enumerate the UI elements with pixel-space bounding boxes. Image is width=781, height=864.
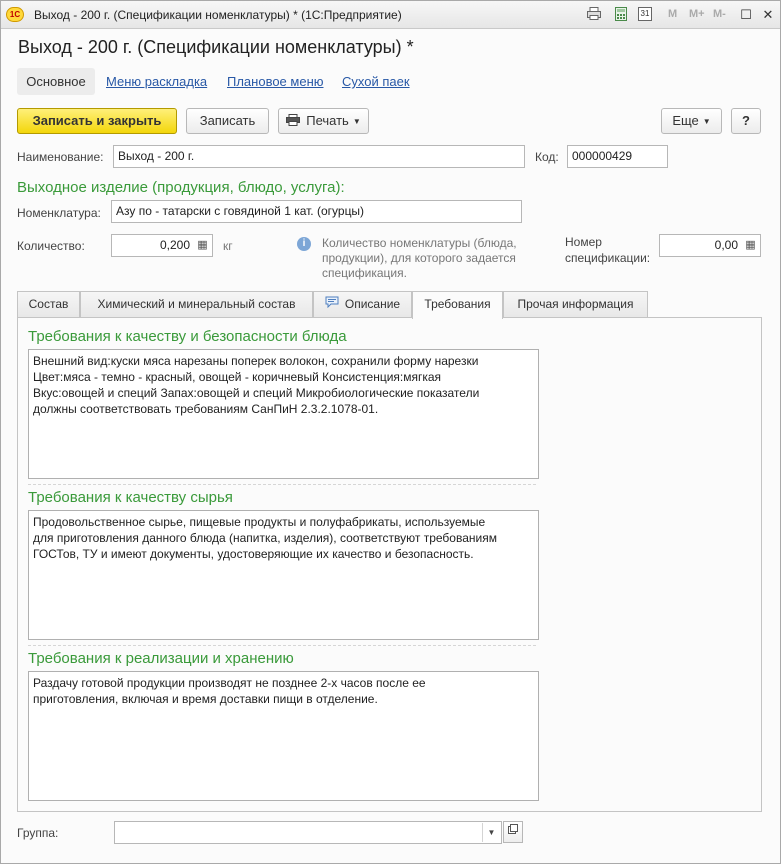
- chevron-down-icon[interactable]: ▼: [482, 823, 500, 842]
- tab-requirements[interactable]: Требования: [412, 291, 503, 319]
- text-line: Продовольственное сырье, пищевые продукт…: [33, 515, 486, 529]
- app-logo: 1С: [6, 7, 24, 22]
- spec-number-value: 0,00: [714, 238, 738, 252]
- info-icon: i: [297, 237, 311, 251]
- raw-materials-requirements-title: Требования к качеству сырья: [28, 489, 233, 506]
- code-input[interactable]: 000000429: [567, 145, 668, 168]
- quality-requirements-title: Требования к качеству и безопасности блю…: [28, 328, 347, 345]
- text-line: Раздачу готовой продукции производят не …: [33, 676, 426, 690]
- calculator-icon[interactable]: [613, 7, 629, 22]
- quantity-hint: Количество номенклатуры (блюда, продукци…: [322, 236, 517, 280]
- close-button[interactable]: ✕: [759, 6, 777, 23]
- app-window: 1С Выход - 200 г. (Спецификации номенкла…: [0, 0, 781, 864]
- comment-icon: [325, 292, 339, 317]
- restore-button[interactable]: ☐: [737, 6, 755, 23]
- save-and-close-button[interactable]: Записать и закрыть: [17, 108, 177, 134]
- calendar-icon[interactable]: 31: [638, 7, 654, 22]
- print-label: Печать: [306, 113, 349, 128]
- raw-materials-requirements-textarea[interactable]: Продовольственное сырье, пищевые продукт…: [28, 510, 539, 640]
- open-group-button[interactable]: [503, 821, 523, 843]
- nomenclature-label: Номенклатура:: [17, 206, 101, 220]
- memory-m-button[interactable]: M: [668, 8, 677, 20]
- name-label: Наименование:: [17, 150, 104, 164]
- nav-link-dry-ration[interactable]: Сухой паек: [342, 74, 410, 89]
- printer-icon: [286, 110, 301, 134]
- print-preview-icon[interactable]: [586, 7, 602, 22]
- separator: [28, 645, 536, 646]
- nav-link-menu-layout[interactable]: Меню раскладка: [106, 74, 207, 89]
- tab-strip: Состав Химический и минеральный состав О…: [17, 291, 762, 319]
- tab-other-info[interactable]: Прочая информация: [503, 291, 648, 318]
- tab-description[interactable]: Описание: [313, 291, 412, 318]
- unit-label: кг: [223, 239, 233, 253]
- tab-description-label: Описание: [344, 297, 401, 311]
- save-button[interactable]: Записать: [186, 108, 269, 134]
- tab-chemical-composition[interactable]: Химический и минеральный состав: [80, 291, 313, 318]
- storage-requirements-textarea[interactable]: Раздачу готовой продукции производят не …: [28, 671, 539, 801]
- separator: [28, 484, 536, 485]
- memory-minus-button[interactable]: M-: [713, 8, 726, 20]
- form-title: Выход - 200 г. (Спецификации номенклатур…: [18, 37, 414, 57]
- spec-number-input[interactable]: 0,00 ▦: [659, 234, 761, 257]
- quantity-value: 0,200: [159, 238, 190, 252]
- spec-number-label-line2: спецификации:: [565, 251, 651, 265]
- nav-link-planned-menu[interactable]: Плановое меню: [227, 74, 324, 89]
- quality-requirements-textarea[interactable]: Внешний вид:куски мяса нарезаны поперек …: [28, 349, 539, 479]
- print-button[interactable]: Печать ▼: [278, 108, 369, 134]
- title-bar: 1С Выход - 200 г. (Спецификации номенкла…: [1, 1, 780, 29]
- text-line: Внешний вид:куски мяса нарезаны поперек …: [33, 354, 479, 368]
- name-input[interactable]: Выход - 200 г.: [113, 145, 525, 168]
- spec-number-label-line1: Номер: [565, 235, 602, 249]
- chevron-down-icon: ▼: [352, 116, 361, 126]
- group-input[interactable]: ▼: [114, 821, 502, 844]
- memory-plus-button[interactable]: M+: [689, 8, 705, 20]
- open-icon: [508, 824, 518, 834]
- requirements-panel: Требования к качеству и безопасности блю…: [17, 317, 762, 812]
- text-line: ГОСТов, ТУ и имеют документы, удостоверя…: [33, 547, 474, 561]
- quantity-label: Количество:: [17, 239, 85, 253]
- help-button[interactable]: ?: [731, 108, 761, 134]
- storage-requirements-title: Требования к реализации и хранению: [28, 650, 294, 667]
- more-label: Еще: [672, 113, 699, 128]
- output-section-title: Выходное изделие (продукция, блюдо, услу…: [17, 179, 345, 196]
- chevron-down-icon: ▼: [702, 116, 711, 126]
- text-line: должны соответствовать требованиям СанПи…: [33, 402, 379, 416]
- calendar-day: 31: [638, 7, 652, 21]
- tab-composition[interactable]: Состав: [17, 291, 80, 318]
- text-line: для приготовления данного блюда (напитка…: [33, 531, 497, 545]
- window-title: Выход - 200 г. (Спецификации номенклатур…: [34, 8, 402, 22]
- code-label: Код:: [535, 150, 559, 164]
- text-line: приготовления, включая и время доставки …: [33, 692, 378, 706]
- group-label: Группа:: [17, 826, 59, 840]
- text-line: Цвет:мяса - темно - красный, овощей - ко…: [33, 370, 442, 384]
- calculator-icon[interactable]: ▦: [194, 237, 211, 254]
- nav-main-tab[interactable]: Основное: [17, 68, 95, 95]
- calculator-icon[interactable]: ▦: [742, 237, 759, 254]
- more-button[interactable]: Еще ▼: [661, 108, 722, 134]
- nomenclature-input[interactable]: Азу по - татарски с говядиной 1 кат. (ог…: [111, 200, 522, 223]
- quantity-input[interactable]: 0,200 ▦: [111, 234, 213, 257]
- text-line: Вкус:овощей и специй Запах:овощей и спец…: [33, 386, 480, 400]
